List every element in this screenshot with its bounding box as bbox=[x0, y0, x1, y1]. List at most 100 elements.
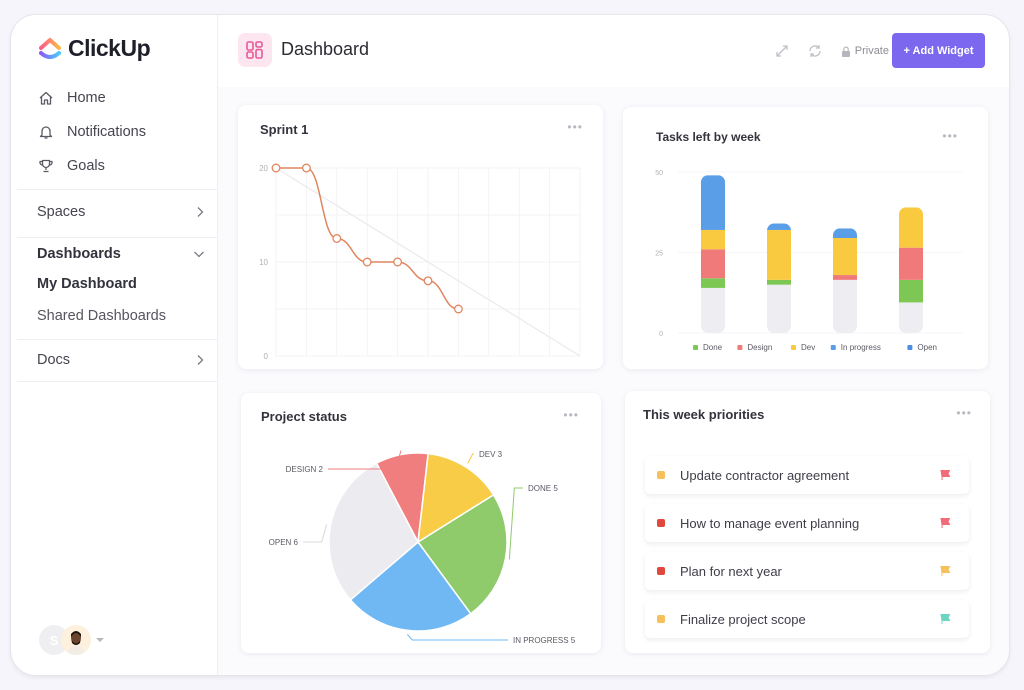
legend-swatch bbox=[907, 345, 913, 350]
sidebar-divider bbox=[17, 339, 217, 340]
sprint-widget: Sprint 1 ••• 0 10 20 bbox=[238, 105, 603, 369]
nav-notifications-label: Notifications bbox=[67, 124, 146, 140]
bar-stack bbox=[833, 228, 857, 333]
sidebar-item-dashboards[interactable]: Dashboards bbox=[37, 243, 205, 265]
caret-down-icon bbox=[96, 638, 104, 642]
flag-icon[interactable] bbox=[939, 613, 951, 625]
bar-segment-in-progress bbox=[767, 223, 791, 230]
priority-label: How to manage event planning bbox=[680, 515, 860, 531]
pie-label: OPEN 6 bbox=[269, 538, 299, 547]
sidebar-divider bbox=[17, 189, 217, 190]
spaces-label: Spaces bbox=[37, 204, 86, 220]
privacy-toggle[interactable]: Private bbox=[841, 45, 889, 57]
legend-swatch bbox=[693, 345, 698, 350]
toolbar: Private bbox=[775, 43, 889, 59]
data-point bbox=[453, 304, 463, 314]
y-tick-label: 20 bbox=[259, 164, 268, 173]
expand-icon[interactable] bbox=[775, 44, 789, 58]
sidebar-divider bbox=[17, 381, 217, 382]
legend-label: Open bbox=[917, 343, 937, 352]
dashboard-icon bbox=[238, 33, 272, 67]
docs-label: Docs bbox=[37, 352, 71, 368]
trophy-icon bbox=[37, 157, 55, 175]
flag-icon[interactable] bbox=[939, 517, 951, 529]
burndown-chart: 0 10 20 bbox=[259, 163, 581, 361]
bell-icon bbox=[37, 123, 55, 141]
pie-label: DESIGN 2 bbox=[286, 465, 324, 474]
more-options-icon[interactable]: ••• bbox=[956, 407, 972, 419]
status-square-icon bbox=[657, 615, 665, 623]
bar-segment-design bbox=[701, 249, 725, 279]
data-point bbox=[332, 234, 342, 243]
priority-item[interactable]: Plan for next year bbox=[645, 552, 969, 590]
bar-segment-dev bbox=[701, 229, 725, 250]
pie-leader-line bbox=[406, 634, 508, 641]
legend-swatch bbox=[830, 345, 836, 350]
bar-segment-in-progress bbox=[833, 228, 857, 239]
legend-label: Done bbox=[703, 343, 723, 352]
sidebar: ClickUp Home Notifications Goals Spaces … bbox=[17, 15, 218, 675]
data-point bbox=[271, 163, 281, 173]
pie-chart: DONE 5 IN PROGRESS 5 OPEN 6 DESIGN 2 DEV 3 bbox=[269, 450, 576, 645]
flag-icon[interactable] bbox=[939, 469, 951, 481]
chevron-right-icon bbox=[197, 207, 204, 217]
priority-label: Update contractor agreement bbox=[680, 467, 850, 483]
bar-segment-open bbox=[767, 284, 791, 333]
data-point bbox=[301, 163, 311, 173]
bar-segment-dev bbox=[767, 229, 791, 280]
priority-item[interactable]: Update contractor agreement bbox=[645, 456, 969, 494]
status-square-icon bbox=[657, 471, 665, 479]
bar-segment-done bbox=[767, 279, 791, 285]
main-nav: Home Notifications Goals bbox=[37, 81, 146, 183]
chevron-down-icon bbox=[194, 251, 204, 258]
bar-stack bbox=[701, 175, 725, 333]
add-widget-button[interactable]: + Add Widget bbox=[892, 33, 985, 68]
priority-label: Finalize project scope bbox=[680, 611, 806, 627]
y-tick-label: 10 bbox=[259, 258, 268, 267]
bar-segment-in-progress bbox=[701, 175, 725, 230]
nav-goals-label: Goals bbox=[67, 158, 105, 174]
bar-segment-open bbox=[701, 287, 725, 333]
legend-label: In progress bbox=[841, 343, 881, 352]
bar-segment-open bbox=[899, 302, 923, 333]
bar-stack bbox=[767, 223, 791, 333]
legend-swatch bbox=[791, 345, 796, 350]
y-tick-label: 0 bbox=[264, 352, 269, 361]
bar-segment-design bbox=[899, 247, 923, 280]
home-icon bbox=[37, 89, 55, 107]
bar-segment-dev bbox=[899, 207, 923, 248]
data-point bbox=[393, 257, 403, 267]
tasks-by-week-widget: Tasks left by week ••• 0 25 50 Done Design De… bbox=[623, 107, 988, 369]
flag-icon[interactable] bbox=[939, 565, 951, 577]
nav-home[interactable]: Home bbox=[37, 81, 146, 115]
sidebar-item-shared-dashboards[interactable]: Shared Dashboards bbox=[37, 308, 166, 324]
priority-item[interactable]: How to manage event planning bbox=[645, 504, 969, 542]
clickup-logo[interactable]: ClickUp bbox=[39, 35, 151, 62]
legend-label: Dev bbox=[801, 343, 815, 352]
privacy-label: Private bbox=[854, 45, 889, 57]
logo-text: ClickUp bbox=[68, 35, 151, 61]
nav-goals[interactable]: Goals bbox=[37, 149, 146, 183]
pie-label: IN PROGRESS 5 bbox=[513, 636, 576, 645]
sidebar-item-my-dashboard[interactable]: My Dashboard bbox=[37, 276, 137, 292]
nav-notifications[interactable]: Notifications bbox=[37, 115, 146, 149]
refresh-icon[interactable] bbox=[807, 43, 823, 59]
sidebar-item-docs[interactable]: Docs bbox=[37, 349, 205, 371]
status-square-icon bbox=[657, 519, 665, 527]
user-menu[interactable]: S bbox=[39, 625, 104, 655]
bar-segment-done bbox=[899, 279, 923, 303]
stacked-bar-chart: 0 25 50 Done Design Dev In progress Open bbox=[655, 170, 963, 352]
chevron-right-icon bbox=[197, 355, 204, 365]
app-window: ClickUp Home Notifications Goals Spaces … bbox=[10, 14, 1010, 676]
y-tick-label: 0 bbox=[659, 331, 663, 338]
sidebar-item-spaces[interactable]: Spaces bbox=[37, 201, 205, 223]
main-content: Dashboard Private + Add Widget Sprint 1 … bbox=[218, 15, 1009, 675]
nav-home-label: Home bbox=[67, 90, 106, 106]
y-tick-label: 25 bbox=[655, 251, 663, 258]
clickup-logo-icon bbox=[39, 37, 61, 59]
priority-item[interactable]: Finalize project scope bbox=[645, 600, 969, 638]
bar-stack bbox=[899, 207, 923, 333]
status-square-icon bbox=[657, 567, 665, 575]
priorities-widget: This week priorities ••• Update contract… bbox=[625, 391, 990, 653]
priority-label: Plan for next year bbox=[680, 563, 782, 579]
